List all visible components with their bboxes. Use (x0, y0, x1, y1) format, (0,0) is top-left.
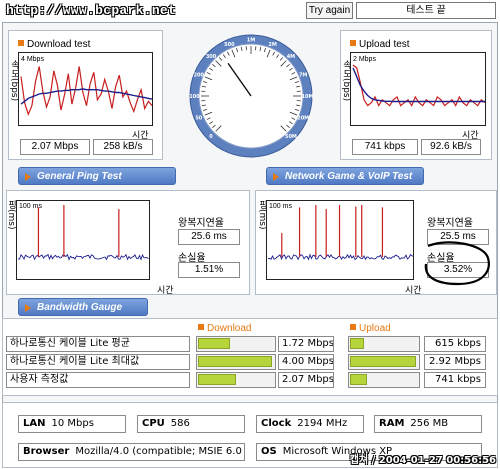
upload-title: Upload test (350, 39, 410, 50)
bandwidth-gauge-ribbon: Bandwidth Gauge (18, 298, 148, 316)
game-scale: 100 ms (269, 203, 292, 210)
upload-header-text: Upload (359, 323, 391, 334)
gauge-tick-label: 20M (297, 116, 309, 122)
bullet-icon (198, 324, 204, 330)
bullet-icon (350, 324, 356, 330)
arrow-icon (273, 173, 279, 181)
ribbon-label: Network Game & VoIP Test (285, 171, 413, 182)
test-done-status: 테스트 끝 (356, 2, 496, 19)
gauge-tick-label: 10M (302, 94, 314, 100)
game-rtt-label: 왕복지연율 (427, 218, 473, 229)
gauge-tick-label: 300 (206, 54, 217, 60)
upload-title-text: Upload test (359, 39, 410, 50)
download-bar (198, 338, 230, 349)
download-value: 2.07 Mbps (278, 372, 334, 388)
speed-average-line (352, 67, 485, 103)
game-graph-svg (267, 205, 413, 261)
download-header-text: Download (207, 323, 252, 334)
cpu-value: 586 (170, 418, 190, 429)
bullet-icon (350, 40, 356, 46)
general-ping-test-ribbon: General Ping Test (18, 167, 176, 185)
bandwidth-upload-header: Upload (350, 323, 391, 334)
browser-label: Browser (23, 446, 70, 457)
download-value: 4.00 Mbps (278, 354, 334, 370)
download-bar (198, 356, 272, 367)
ping-x-axis: 시간 (157, 286, 174, 296)
os-label: OS (261, 446, 277, 457)
cpu-label: CPU (142, 418, 165, 429)
ribbon-label: General Ping Test (37, 171, 122, 182)
ping-graph: 100 ms (16, 200, 150, 280)
ribbon-label: Bandwidth Gauge (37, 302, 122, 313)
upload-scale: 2 Mbps (353, 56, 376, 63)
lan-info: LAN 10 Mbps (18, 415, 126, 433)
network-game-voip-ribbon: Network Game & VoIP Test (266, 167, 424, 185)
gauge-tick-label: 1M (247, 38, 255, 44)
arrow-icon (25, 304, 31, 312)
ping-rtt-label: 왕복지연율 (178, 218, 224, 229)
gauge-tick-label: 200 (194, 72, 205, 78)
upload-bar (350, 356, 416, 367)
ping-baseline (267, 253, 413, 261)
ping-loss-value: 1.51% (178, 262, 240, 278)
site-url-overlay: http://www.bcpark.net (6, 3, 177, 18)
game-graph: 100 ms (266, 200, 414, 280)
upload-bar (350, 374, 367, 385)
arrow-icon (25, 173, 31, 181)
download-value: 1.72 Mbps (278, 336, 334, 352)
lan-value: 10 Mbps (51, 418, 94, 429)
upload-graph-svg (352, 64, 485, 107)
gauge-tick-label: 50M (285, 134, 297, 140)
gauge-tick-label: 50 (195, 116, 202, 122)
bandwidth-download-header: Download (198, 323, 251, 334)
gauge-tick-label: 500 (224, 42, 235, 48)
download-graph-svg (20, 66, 152, 117)
download-speed-value: 2.07 Mbps (20, 139, 90, 155)
clock-info: Clock 2194 MHz (256, 415, 364, 433)
browser-value: Mozilla/4.0 (compatible; MSIE 6.0 (75, 446, 242, 457)
upload-value: 741 kbps (424, 372, 486, 388)
download-title: Download test (18, 39, 90, 50)
lan-label: LAN (23, 418, 46, 429)
ping-rtt-value: 25.6 ms (178, 229, 240, 245)
browser-info: Browser Mozilla/4.0 (compatible; MSIE 6.0 (18, 443, 245, 461)
try-again-button[interactable]: Try again (306, 2, 353, 19)
download-scale: 4 Mbps (21, 56, 44, 63)
upload-graph: 2 Mbps (350, 52, 486, 126)
cpu-info: CPU 586 (137, 415, 245, 433)
download-bar (198, 374, 236, 385)
clock-label: Clock (261, 418, 292, 429)
ram-value: 256 MB (410, 418, 449, 429)
gauge-tick-label: 2M (268, 42, 276, 48)
upload-value: 2.92 Mbps (424, 354, 486, 370)
upload-bar (350, 338, 364, 349)
ram-info: RAM 256 MB (374, 415, 482, 433)
capture-watermark: 캡쳐 / 2004-01-27 00:56:56 (349, 455, 496, 466)
hand-drawn-circle-annotation (424, 241, 490, 286)
clock-value: 2194 MHz (297, 418, 348, 429)
bandwidth-row-name: 사용자 측정값 (6, 372, 190, 388)
bullet-icon (18, 40, 24, 46)
speed-average-line (20, 88, 152, 105)
upload-speed-value: 741 kbps (352, 139, 418, 155)
speed-gauge: 0 50 100 200 300 500 1M 2M 4M 7M 10M 20M 50M (189, 34, 314, 158)
ping-scale: 100 ms (19, 203, 42, 210)
ping-graph-svg (17, 205, 149, 261)
download-rate-value: 258 kB/s (93, 139, 153, 155)
gauge-tick-label: 7M (299, 72, 307, 78)
bandwidth-row-name: 하나로통신 케이블 Lite 평균 (6, 336, 190, 352)
bandwidth-row-name: 하나로통신 케이블 Lite 최대값 (6, 354, 190, 370)
gauge-tick-label: 100 (189, 94, 200, 100)
download-graph: 4 Mbps (18, 52, 153, 126)
upload-value: 615 kbps (424, 336, 486, 352)
download-title-text: Download test (27, 39, 91, 50)
ping-baseline (17, 253, 149, 261)
ram-label: RAM (379, 418, 405, 429)
upload-rate-value: 92.6 kB/s (421, 139, 481, 155)
gauge-tick-label: 0 (209, 134, 213, 140)
gauge-tick-label: 4M (287, 54, 295, 60)
